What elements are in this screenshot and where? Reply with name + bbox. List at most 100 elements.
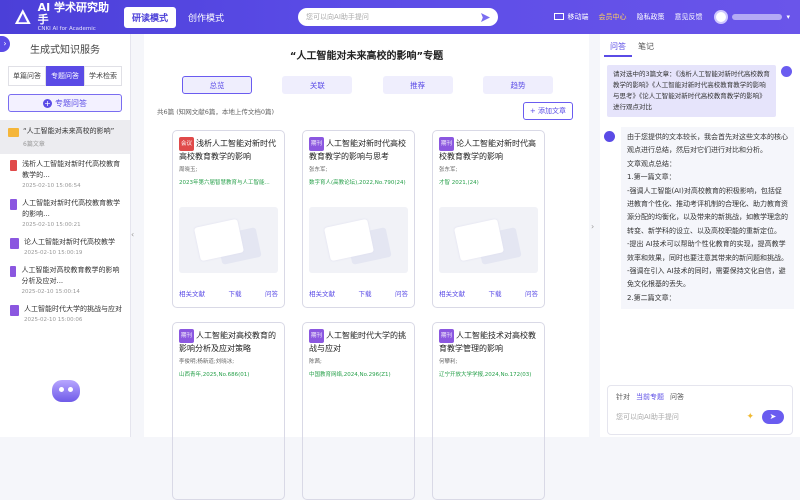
tab-related[interactable]: 关联 [282, 76, 353, 94]
article-source: 数字育人(高教论坛),2022,No.790(24) [309, 180, 406, 186]
doc-icon [10, 238, 19, 249]
qa-link[interactable]: 问答 [395, 288, 408, 298]
vip-link[interactable]: 会员中心 [598, 12, 626, 22]
related-link[interactable]: 相关文献 [309, 288, 335, 298]
page-title: “人工智能对未来高校的影响”专题 [289, 51, 444, 62]
chat-input[interactable]: 您可以向AI助手提问 ✦ ➤ [616, 410, 792, 424]
search-input[interactable]: 您可以向AI助手提问 [298, 8, 499, 26]
article-thumbnail [439, 207, 538, 273]
topic-folder[interactable]: “人工智能对未来高校的影响” 6篇文章 [0, 120, 130, 154]
app-title: AI 学术研究助手 [37, 0, 109, 26]
assistant-mascot-icon[interactable] [52, 380, 80, 402]
article-thumbnail [179, 207, 278, 273]
download-link[interactable]: 下载 [489, 288, 502, 298]
folder-icon [8, 128, 19, 137]
article-source: 辽宁开放大学学报,2024,No.172(03) [439, 372, 532, 378]
article-author: 何攀利; [439, 359, 458, 365]
scope-current-topic[interactable]: 当前专题 [636, 392, 664, 402]
article-author: 李俊明;杨新道;刘晓冰; [179, 359, 235, 365]
article-grid: 会议 浅析人工智能对新时代高校教育教学的影响 周晓玉; 2023年第六届智慧教育与… [172, 130, 589, 500]
feedback-link[interactable]: 意见反馈 [674, 12, 702, 22]
tab-topic-qa[interactable]: 专题问答 [46, 66, 84, 86]
send-button[interactable]: ➤ [762, 410, 784, 424]
download-link[interactable]: 下载 [359, 288, 372, 298]
article-card[interactable]: 期刊 人工智能对新时代高校教育教学的影响与思考 张东军; 数字育人(高教论坛),2… [302, 130, 415, 308]
mode-read[interactable]: 研读模式 [124, 6, 177, 28]
related-link[interactable]: 相关文献 [439, 288, 465, 298]
chevron-right-icon[interactable]: › [591, 222, 594, 231]
add-article-button[interactable]: + 添加文章 [522, 102, 573, 120]
article-card[interactable]: 期刊 人工智能技术对高校教育教学管理的影响 何攀利; 辽宁开放大学学报,2024,… [432, 322, 545, 500]
tab-single-qa[interactable]: 单篇问答 [8, 66, 46, 86]
plus-icon: + [529, 107, 538, 115]
user-avatar [781, 66, 792, 77]
related-link[interactable]: 相关文献 [179, 288, 205, 298]
article-card[interactable]: 期刊 论人工智能对新时代高校教育教学的影响 张东军; 才智 2021,(24) 相… [432, 130, 545, 308]
tab-recommend[interactable]: 推荐 [382, 76, 453, 94]
mode-create[interactable]: 创作模式 [180, 7, 232, 28]
type-tag: 期刊 [179, 329, 195, 343]
doc-list: 浅析人工智能对新时代高校教育教学的... 2025-02-10 15:06:54 … [0, 154, 130, 327]
pdf-icon [10, 160, 18, 171]
list-item[interactable]: 人工智能对新时代高校教育教学的影响... 2025-02-10 15:00:21 [6, 193, 124, 232]
download-link[interactable]: 下载 [229, 288, 242, 298]
article-author: 陈茜; [309, 359, 322, 365]
chevron-left-icon[interactable]: ‹ [131, 230, 139, 244]
type-tag: 期刊 [439, 329, 455, 343]
main-panel: “人工智能对未来高校的影响”专题 总览 关联 推荐 趋势 共6篇 (知网文献6篇… [144, 34, 589, 500]
doc-icon [10, 305, 19, 316]
chevron-down-icon[interactable]: ▾ [786, 13, 790, 21]
left-tabs: 单篇问答 专题问答 学术检索 [8, 66, 122, 86]
article-thumbnail [309, 207, 408, 273]
header-links: 移动端 会员中心 隐私政策 意见反馈 ▾ [544, 10, 790, 24]
article-card[interactable]: 会议 浅析人工智能对新时代高校教育教学的影响 周晓玉; 2023年第六届智慧教育与… [172, 130, 285, 308]
qa-link[interactable]: 问答 [265, 288, 278, 298]
list-item[interactable]: 人工智能对高校教育教学的影响分析及应对... 2025-02-10 15:00:1… [6, 260, 124, 299]
tab-overview[interactable]: 总览 [182, 76, 252, 94]
type-tag: 期刊 [309, 329, 325, 343]
list-item[interactable]: 浅析人工智能对新时代高校教育教学的... 2025-02-10 15:06:54 [6, 154, 124, 193]
article-card[interactable]: 期刊 人工智能时代大学的挑战与应对 陈茜; 中国教育网络,2024,No.296(… [302, 322, 415, 500]
assistant-answer: 由于您提供的文本较长，我会首先对这些文本的核心观点进行总结，然后对它们进行对比和… [621, 127, 794, 310]
article-author: 张东军; [439, 167, 458, 173]
tab-qa[interactable]: 问答 [604, 38, 632, 57]
article-author: 张东军; [309, 167, 328, 173]
tab-academic-search[interactable]: 学术检索 [84, 66, 122, 86]
article-source: 2023年第六届智慧教育与人工智能... [179, 180, 270, 186]
assistant-message: 由于您提供的文本较长，我会首先对这些文本的核心观点进行总结，然后对它们进行对比和… [604, 127, 794, 310]
left-title: 生成式知识服务 [30, 45, 100, 56]
plus-icon: + [43, 98, 52, 108]
lightbulb-icon[interactable]: ✦ [746, 412, 754, 422]
type-tag: 期刊 [439, 137, 455, 151]
chat-input-box: 针对 当前专题 问答 您可以向AI助手提问 ✦ ➤ [607, 385, 793, 435]
list-item[interactable]: 论人工智能对新时代高校教学 2025-02-10 15:00:19 [6, 232, 124, 260]
user-message: 请对选中的3篇文章：《浅析人工智能对新时代高校教育教学的影响》《人工智能对新时代… [607, 65, 776, 117]
article-source: 山西青年,2025,No.686(01) [179, 372, 250, 378]
list-item[interactable]: 人工智能时代大学的挑战与应对 2025-02-10 15:00:06 [6, 299, 124, 327]
mode-switch: 研读模式 创作模式 [124, 6, 236, 28]
app-logo[interactable]: AI 学术研究助手 CNKI AI for Academic [14, 0, 118, 33]
qa-scope: 针对 当前专题 问答 [616, 392, 684, 402]
doc-icon [10, 199, 18, 210]
article-card[interactable]: 期刊 人工智能对高校教育的影响分析及应对策略 李俊明;杨新道;刘晓冰; 山西青年,… [172, 322, 285, 500]
new-topic-button[interactable]: + 专题问答 [8, 94, 122, 112]
screen-icon [554, 13, 565, 20]
type-tag: 会议 [179, 137, 195, 151]
panel-divider: › [589, 34, 600, 437]
mobile-link[interactable]: 移动端 [554, 12, 588, 22]
top-bar: AI 学术研究助手 CNKI AI for Academic 研读模式 创作模式… [0, 0, 800, 34]
privacy-link[interactable]: 隐私政策 [636, 12, 664, 22]
folder-count: 6篇文章 [23, 141, 45, 148]
doc-icon [10, 266, 17, 277]
assistant-avatar [604, 131, 615, 142]
qa-link[interactable]: 问答 [525, 288, 538, 298]
logo-icon [14, 9, 31, 25]
user-avatar[interactable] [714, 10, 729, 24]
search-placeholder: 您可以向AI助手提问 [306, 13, 369, 21]
tab-notes[interactable]: 笔记 [632, 38, 660, 57]
chat-tabs: 问答 笔记 [604, 38, 800, 57]
folder-title: “人工智能对未来高校的影响” [23, 127, 115, 135]
tab-trend[interactable]: 趋势 [482, 76, 553, 94]
send-icon[interactable] [481, 12, 491, 22]
main-tabs: 总览 关联 推荐 趋势 [182, 76, 553, 94]
